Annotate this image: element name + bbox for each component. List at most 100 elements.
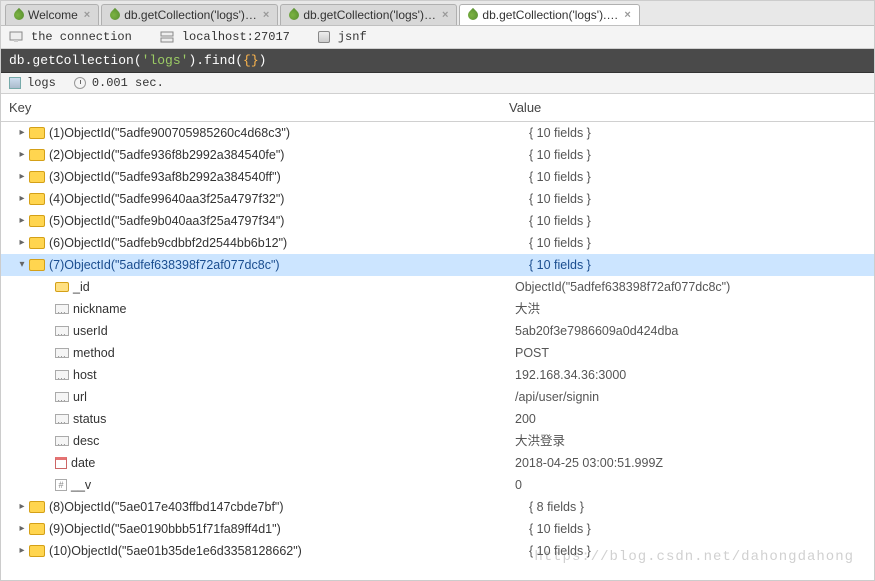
document-summary: { 10 fields } [529,520,874,538]
document-icon [29,215,45,227]
number-icon: # [55,479,67,491]
document-row[interactable]: ▸(1) ObjectId("5adfe900705985260c4d68c3"… [1,122,874,144]
tree-header: Key Value [1,94,874,122]
connection-label: the connection [31,30,132,44]
tab-welcome[interactable]: Welcome × [5,4,99,25]
document-id: ObjectId("5adfe900705985260c4d68c3") [64,124,290,142]
field-row[interactable]: date 2018-04-25 03:00:51.999Z [1,452,874,474]
expand-arrow-icon[interactable]: ▸ [15,520,29,538]
field-value: 2018-04-25 03:00:51.999Z [515,454,874,472]
field-row[interactable]: _id ObjectId("5adfef638398f72af077dc8c") [1,276,874,298]
clock-icon [74,77,86,89]
document-row[interactable]: ▸ (2) ObjectId("5adfe936f8b2992a384540fe"… [1,144,874,166]
document-row[interactable]: ▸(4) ObjectId("5adfe99640aa3f25a4797f32"… [1,188,874,210]
document-id: ObjectId("5adfe936f8b2992a384540fe") [64,146,284,164]
query-prefix: db.getCollection( [9,53,142,68]
document-summary: { 10 fields } [529,124,874,142]
string-icon [55,304,69,314]
objectid-icon [55,282,69,292]
query-args: {} [243,53,259,68]
document-id: ObjectId("5adfe9b040aa3f25a4797f34") [64,212,284,230]
connection-bar: the connection localhost:27017 jsnf [1,26,874,49]
leaf-icon [466,8,480,22]
document-summary: { 10 fields } [529,256,874,274]
document-summary: { 8 fields } [529,498,874,516]
close-icon[interactable]: × [84,9,90,21]
document-id: ObjectId("5adfe99640aa3f25a4797f32") [64,190,284,208]
field-key: userId [73,322,108,340]
field-key: date [71,454,95,472]
leaf-icon [287,8,301,22]
tab-query-3[interactable]: db.getCollection('logs').… × [459,4,639,25]
field-key: host [73,366,97,384]
column-value: Value [501,94,874,121]
document-id: ObjectId("5adfeb9cdbbf2d2544bb6b12") [64,234,287,252]
field-value: 192.168.34.36:3000 [515,366,874,384]
document-summary: { 10 fields } [529,234,874,252]
field-row[interactable]: desc 大洪登录 [1,430,874,452]
document-id: ObjectId("5adfef638398f72af077dc8c") [64,256,279,274]
expand-arrow-icon[interactable]: ▸ [15,498,29,516]
field-key: url [73,388,87,406]
field-row[interactable]: nickname大洪 [1,298,874,320]
field-value: 0 [515,476,874,494]
column-key: Key [1,94,501,121]
document-icon [29,149,45,161]
field-key: desc [73,432,99,450]
document-id: ObjectId("5ae01b35de1e6d3358128662") [71,542,302,560]
document-icon [29,193,45,205]
field-row[interactable]: methodPOST [1,342,874,364]
document-index: (3) [49,168,64,186]
field-key: _id [73,278,90,296]
string-icon [55,414,69,424]
document-row[interactable]: ▸(6) ObjectId("5adfeb9cdbbf2d2544bb6b12"… [1,232,874,254]
field-key: nickname [73,300,127,318]
tab-label: Welcome [28,8,78,22]
expand-arrow-icon[interactable]: ▸ [15,146,29,164]
document-icon [29,523,45,535]
connection-host: localhost:27017 [182,30,290,44]
document-summary: { 10 fields } [529,212,874,230]
connection-db: jsnf [338,30,367,44]
expand-arrow-icon[interactable]: ▸ [15,234,29,252]
document-row[interactable]: ▸ (10) ObjectId("5ae01b35de1e6d3358128662… [1,540,874,562]
expand-arrow-icon[interactable]: ▸ [15,542,29,560]
string-icon [55,392,69,402]
tab-query-2[interactable]: db.getCollection('logs')… × [280,4,457,25]
query-collection: 'logs' [142,53,189,68]
field-row[interactable]: url/api/user/signin [1,386,874,408]
document-icon [29,259,45,271]
field-value: ObjectId("5adfef638398f72af077dc8c") [515,278,874,296]
document-id: ObjectId("5ae017e403ffbd147cbde7bf") [64,498,283,516]
document-icon [29,501,45,513]
tab-query-1[interactable]: db.getCollection('logs')… × [101,4,278,25]
document-id: ObjectId("5ae0190bbb51f71fa89ff4d1") [64,520,280,538]
expand-arrow-icon[interactable]: ▸ [15,168,29,186]
query-bar[interactable]: db.getCollection('logs').find({}) [1,49,874,73]
expand-arrow-icon[interactable]: ▸ [15,190,29,208]
field-value: 大洪登录 [515,432,874,450]
document-row[interactable]: ▸(9) ObjectId("5ae0190bbb51f71fa89ff4d1"… [1,518,874,540]
document-row[interactable]: ▸ (3) ObjectId("5adfe93af8b2992a384540ff"… [1,166,874,188]
document-row[interactable]: ▸(5) ObjectId("5adfe9b040aa3f25a4797f34"… [1,210,874,232]
expand-arrow-icon[interactable]: ▸ [15,124,29,142]
field-value: 5ab20f3e7986609a0d424dba [515,322,874,340]
close-icon[interactable]: × [263,9,269,21]
close-icon[interactable]: × [442,9,448,21]
document-id: ObjectId("5adfe93af8b2992a384540ff") [64,168,280,186]
field-value: 200 [515,410,874,428]
field-row[interactable]: #__v0 [1,474,874,496]
result-tree[interactable]: ▸(1) ObjectId("5adfe900705985260c4d68c3"… [1,122,874,562]
document-row[interactable]: ▾(7) ObjectId("5adfef638398f72af077dc8c"… [1,254,874,276]
document-row[interactable]: ▸(8) ObjectId("5ae017e403ffbd147cbde7bf"… [1,496,874,518]
editor-tabs: Welcome × db.getCollection('logs')… × db… [1,1,874,26]
document-index: (10) [49,542,71,560]
field-row[interactable]: userId 5ab20f3e7986609a0d424dba [1,320,874,342]
close-icon[interactable]: × [624,9,630,21]
status-bar: logs 0.001 sec. [1,73,874,94]
field-row[interactable]: status200 [1,408,874,430]
expand-arrow-icon[interactable]: ▸ [15,212,29,230]
document-index: (2) [49,146,64,164]
expand-arrow-icon[interactable]: ▾ [15,256,29,274]
field-row[interactable]: host 192.168.34.36:3000 [1,364,874,386]
